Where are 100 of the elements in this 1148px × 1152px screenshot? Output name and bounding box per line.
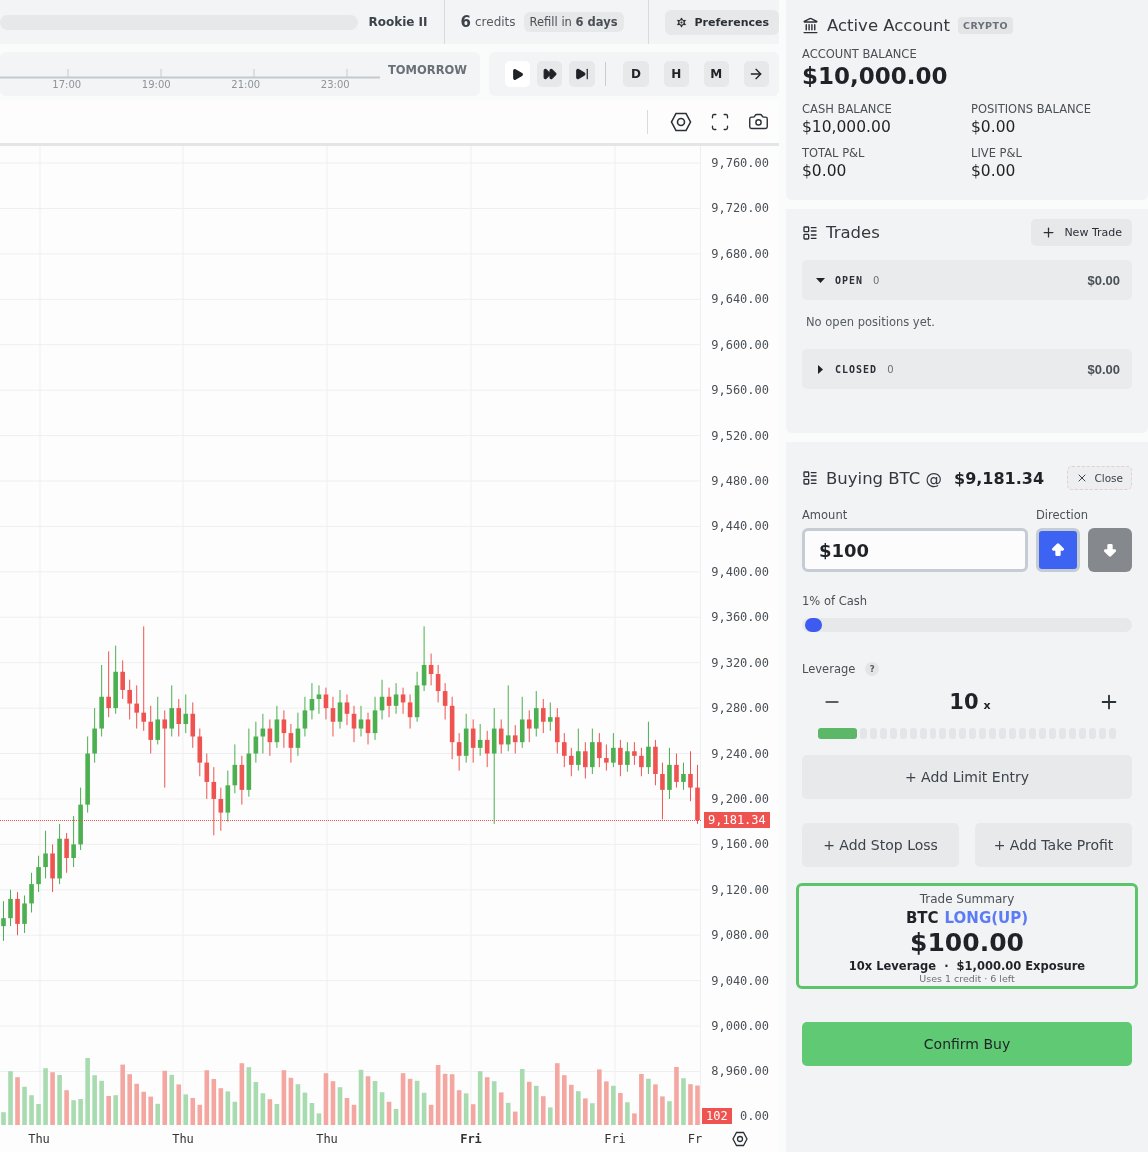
- price-axis-label: 9,760.00: [711, 156, 769, 171]
- time-label: 19:00: [140, 78, 172, 90]
- fullscreen-icon: [710, 111, 730, 132]
- settings-icon[interactable]: [732, 1130, 748, 1147]
- candlestick: [162, 709, 168, 789]
- candlestick: [632, 741, 637, 766]
- order-price: $9,181.34: [954, 468, 1045, 488]
- interval-button[interactable]: H: [663, 61, 689, 87]
- candlestick: [344, 693, 350, 726]
- candlestick: [120, 659, 125, 700]
- add-limit-entry-button[interactable]: + Add Limit Entry: [802, 755, 1132, 799]
- stat-label: ACCOUNT BALANCE: [802, 47, 918, 61]
- candlestick: [576, 728, 581, 772]
- skip-end-button[interactable]: [569, 61, 595, 87]
- caret-icon: [816, 364, 825, 374]
- cash-slider[interactable]: [802, 618, 1132, 632]
- close-button[interactable]: Close: [1067, 466, 1132, 490]
- trades-title: Trades: [826, 223, 880, 242]
- account-title: Active Account: [827, 16, 950, 35]
- price-axis-label: 9,320.00: [711, 655, 769, 670]
- credits-label: credits: [475, 15, 516, 29]
- candlestick: [611, 732, 616, 768]
- price-axis-label: 9,680.00: [711, 246, 769, 261]
- long-button[interactable]: [1036, 528, 1080, 572]
- candlestick: [8, 889, 13, 927]
- candlestick: [22, 894, 27, 934]
- candlestick: [547, 701, 553, 732]
- candlestick: [190, 701, 196, 749]
- last-price-tag: 9,181.34: [704, 812, 770, 828]
- candlestick: [660, 762, 665, 820]
- slider-thumb[interactable]: [805, 618, 823, 632]
- time-axis-label: Thu: [172, 1131, 194, 1146]
- settings-icon: [670, 110, 692, 133]
- add-take-profit-button[interactable]: + Add Take Profit: [975, 823, 1132, 867]
- summary-details: 10x Leverage · $1,000.00 Exposure: [848, 959, 1086, 973]
- candlestick: [155, 696, 161, 745]
- short-button[interactable]: [1088, 528, 1132, 572]
- stat-value: $10,000.00: [802, 118, 892, 136]
- stat-label: LIVE P&L: [971, 146, 1023, 160]
- candlestick: [127, 679, 132, 720]
- candlestick: [639, 747, 644, 777]
- camera-icon: [748, 111, 769, 132]
- price-axis-label: 9,480.00: [711, 474, 769, 488]
- candlestick: [253, 721, 259, 764]
- stat-value: $0.00: [971, 118, 1017, 136]
- price-axis-label: 9,520.00: [711, 428, 769, 443]
- price-axis-label: 9,720.00: [711, 201, 769, 216]
- candlestick: [618, 739, 623, 777]
- candlestick: [688, 750, 693, 802]
- summary-title: Trade Summary: [919, 892, 1015, 906]
- candlestick: [583, 741, 588, 780]
- price-axis-label: 9,080.00: [711, 928, 769, 943]
- price-axis-label: 9,240.00: [711, 746, 769, 761]
- price-axis-label: 9,560.00: [711, 383, 769, 398]
- timeline-track[interactable]: [0, 66, 380, 79]
- candlestick: [134, 684, 139, 730]
- interval-button[interactable]: M: [703, 61, 729, 87]
- plus-icon: [1041, 225, 1057, 240]
- help-badge[interactable]: ?: [865, 662, 880, 676]
- candlestick: [204, 753, 210, 800]
- leverage-label: Leverage: [802, 662, 856, 676]
- preferences-button[interactable]: Preferences: [664, 9, 779, 35]
- candlestick: [498, 718, 504, 755]
- fast-forward-button[interactable]: [537, 61, 563, 87]
- time-label: 23:00: [319, 78, 351, 90]
- new-trade-button[interactable]: New Trade: [1031, 219, 1132, 246]
- order-title: Buying BTC @: [826, 468, 942, 488]
- trade-group-header[interactable]: OPEN 0 $0.00: [802, 260, 1132, 300]
- price-axis-label: 0.00: [740, 1109, 769, 1123]
- candlestick: [183, 693, 189, 734]
- candlestick: [674, 753, 679, 789]
- add-stop-loss-button[interactable]: + Add Stop Loss: [802, 823, 959, 867]
- summary-amount: $100.00: [910, 928, 1024, 957]
- amount-field[interactable]: $100: [802, 528, 1028, 572]
- account-balance: $10,000.00: [802, 63, 949, 89]
- confirm-buy-button[interactable]: Confirm Buy: [802, 1022, 1132, 1066]
- candlestick: [43, 830, 48, 879]
- time-axis-label: Fri: [460, 1131, 482, 1146]
- volume-tag: 102: [702, 1108, 732, 1124]
- leverage-unit: x: [983, 699, 991, 712]
- interval-button[interactable]: D: [623, 61, 649, 87]
- play-button[interactable]: [505, 61, 531, 87]
- candlestick: [646, 721, 651, 775]
- stat-label: CASH BALANCE: [802, 102, 893, 116]
- trade-group-header[interactable]: CLOSED 0 $0.00: [802, 349, 1132, 389]
- bank-icon: [802, 17, 819, 34]
- price-axis-label: 9,160.00: [711, 837, 769, 852]
- skip-forward-icon: [574, 67, 589, 81]
- stat-value: $0.00: [802, 162, 848, 180]
- refill-badge: Refill in 6 days: [523, 12, 624, 32]
- candlestick: [569, 747, 574, 777]
- candlestick: [106, 650, 111, 718]
- tomorrow-label: TOMORROW: [388, 62, 467, 77]
- price-axis-label: 9,400.00: [711, 564, 769, 579]
- candlestick: [562, 732, 567, 768]
- time-axis-label: Fr: [687, 1131, 703, 1146]
- next-button[interactable]: [743, 61, 770, 87]
- candlestick: [604, 743, 609, 772]
- candlestick: [597, 732, 602, 768]
- summary-symbol: BTC: [905, 909, 939, 927]
